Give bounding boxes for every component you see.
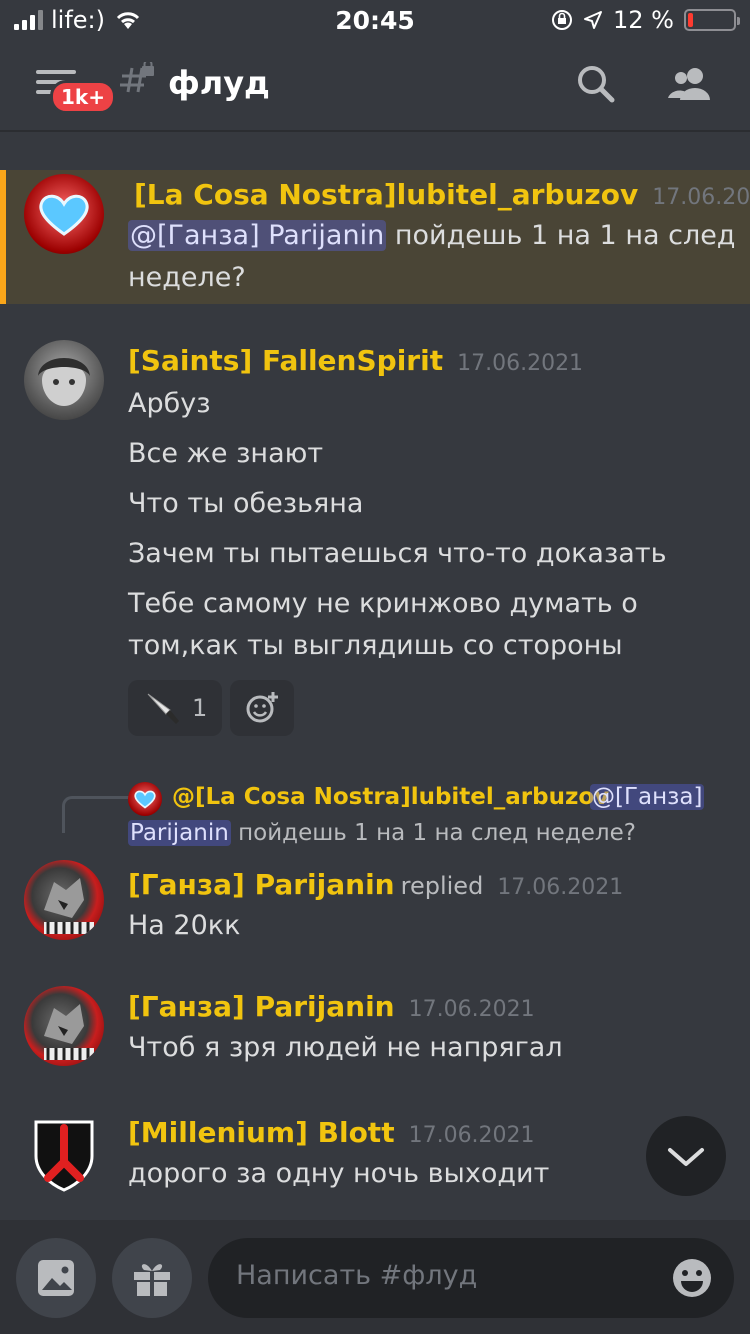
author-name[interactable]: [Millenium] Blott (128, 1116, 395, 1149)
location-icon (584, 11, 603, 29)
message-input-placeholder: Написать #флуд (236, 1260, 478, 1291)
message-line: Что ты обезьяна (128, 488, 364, 519)
heart-avatar-icon (134, 790, 156, 809)
battery-percent: 12 % (613, 6, 674, 34)
channel-header: 1k+ флуд (0, 42, 750, 132)
reaction-count: 1 (192, 694, 208, 722)
message-line: неделе? (128, 262, 246, 293)
reply-connector (62, 796, 131, 833)
author-name[interactable]: [Saints] FallenSpirit (128, 344, 443, 377)
wolf-avatar-icon (44, 1004, 94, 1060)
message-line: @[Ганза] Parijanin пойдешь 1 на 1 на сле… (128, 220, 735, 251)
message-line: Арбуз (128, 388, 211, 419)
emoji-picker-button[interactable] (670, 1256, 714, 1300)
message-input[interactable]: Написать #флуд (208, 1238, 734, 1318)
message-line: Зачем ты пытаешься что-то доказать (128, 538, 667, 569)
message[interactable]: [Millenium] Blott 17.06.2021 дорого за од… (0, 1106, 750, 1216)
message-list[interactable]: [La Cosa Nostra]lubitel_arbuzov 17.06.202… (0, 132, 750, 1220)
gift-icon (134, 1264, 170, 1296)
members-icon[interactable] (666, 62, 714, 106)
gift-button[interactable] (112, 1238, 192, 1318)
reply-author[interactable]: @[La Cosa Nostra]lubitel_arbuzov (172, 784, 609, 810)
message-author[interactable]: [Ганза] Parijanin replied 17.06.2021 (128, 868, 623, 901)
message[interactable]: [Ганза] Parijanin 17.06.2021 Чтоб я зря л… (0, 982, 750, 1082)
avatar[interactable] (24, 986, 104, 1066)
add-reaction-icon (246, 692, 278, 723)
orientation-lock-icon (552, 10, 573, 30)
status-bar: life:) 20:45 12 % (0, 0, 750, 42)
avatar[interactable] (24, 340, 104, 420)
author-name[interactable]: [Ганза] Parijanin (128, 990, 395, 1023)
reply-preview-text: пойдешь 1 на 1 на след неделе? (238, 820, 636, 846)
battery-icon (684, 9, 740, 31)
avatar[interactable] (24, 174, 104, 254)
knife-emoji-icon (147, 693, 179, 724)
heart-avatar-icon (39, 194, 89, 236)
user-mention[interactable]: @[Ганза] Parijanin (128, 220, 387, 251)
reaction-knife[interactable]: 1 (128, 680, 222, 736)
timestamp: 17.06.2021 (457, 351, 584, 376)
message-text: пойдешь 1 на 1 на след (394, 220, 736, 251)
reply-mention[interactable]: @[Ганза] (590, 784, 705, 810)
message-author[interactable]: [Saints] FallenSpirit 17.06.2021 (128, 344, 583, 377)
author-name[interactable]: [La Cosa Nostra]lubitel_arbuzov (134, 178, 638, 211)
search-icon[interactable] (576, 62, 616, 106)
chevron-down-icon (668, 1148, 704, 1166)
message-line: Чтоб я зря людей не напрягал (128, 1032, 563, 1063)
message[interactable]: [Saints] FallenSpirit 17.06.2021 Арбуз Вс… (0, 332, 750, 742)
add-reaction-button[interactable] (230, 680, 294, 736)
timestamp: 17.06.2021 (497, 875, 624, 900)
battery-fill (688, 13, 693, 27)
jump-to-present-button[interactable] (646, 1116, 726, 1196)
message-composer: Написать #флуд (0, 1220, 750, 1334)
avatar[interactable] (24, 860, 104, 940)
author-name[interactable]: [Ганза] Parijanin (128, 868, 395, 901)
wolf-avatar-icon (44, 878, 94, 934)
shield-avatar-icon (34, 1120, 94, 1192)
reply-avatar[interactable] (128, 782, 162, 816)
timestamp: 17.06.2021 (652, 185, 750, 210)
channel-name: флуд (168, 64, 270, 102)
portrait-avatar-icon (38, 358, 90, 406)
message-line: том,как ты выглядишь со стороны (128, 630, 623, 661)
reply-preview[interactable]: Parijanin пойдешь 1 на 1 на след неделе? (128, 820, 636, 846)
status-right: 12 % (551, 6, 740, 34)
notification-badge: 1k+ (50, 80, 116, 114)
message-line: Тебе самому не кринжово думать о (128, 588, 638, 619)
attach-image-button[interactable] (16, 1238, 96, 1318)
timestamp: 17.06.2021 (408, 1123, 535, 1148)
message-line: дорого за одну ночь выходит (128, 1158, 550, 1189)
reply-mention-cont[interactable]: Parijanin (128, 820, 231, 846)
timestamp: 17.06.2021 (408, 997, 535, 1022)
message-line: Все же знают (128, 438, 324, 469)
message-author[interactable]: [La Cosa Nostra]lubitel_arbuzov 17.06.202… (134, 178, 750, 211)
locked-channel-hash-icon (118, 59, 158, 106)
replied-label: replied (400, 872, 484, 900)
message-author[interactable]: [Millenium] Blott 17.06.2021 (128, 1116, 535, 1149)
image-icon (38, 1260, 74, 1296)
emoji-icon (673, 1259, 711, 1297)
message-author[interactable]: [Ганза] Parijanin 17.06.2021 (128, 990, 535, 1023)
message-reply[interactable]: @[La Cosa Nostra]lubitel_arbuzov @[Ганза… (0, 772, 750, 942)
avatar[interactable] (24, 1112, 104, 1192)
message-line: На 20кк (128, 910, 241, 941)
message-highlighted[interactable]: [La Cosa Nostra]lubitel_arbuzov 17.06.202… (0, 170, 750, 304)
